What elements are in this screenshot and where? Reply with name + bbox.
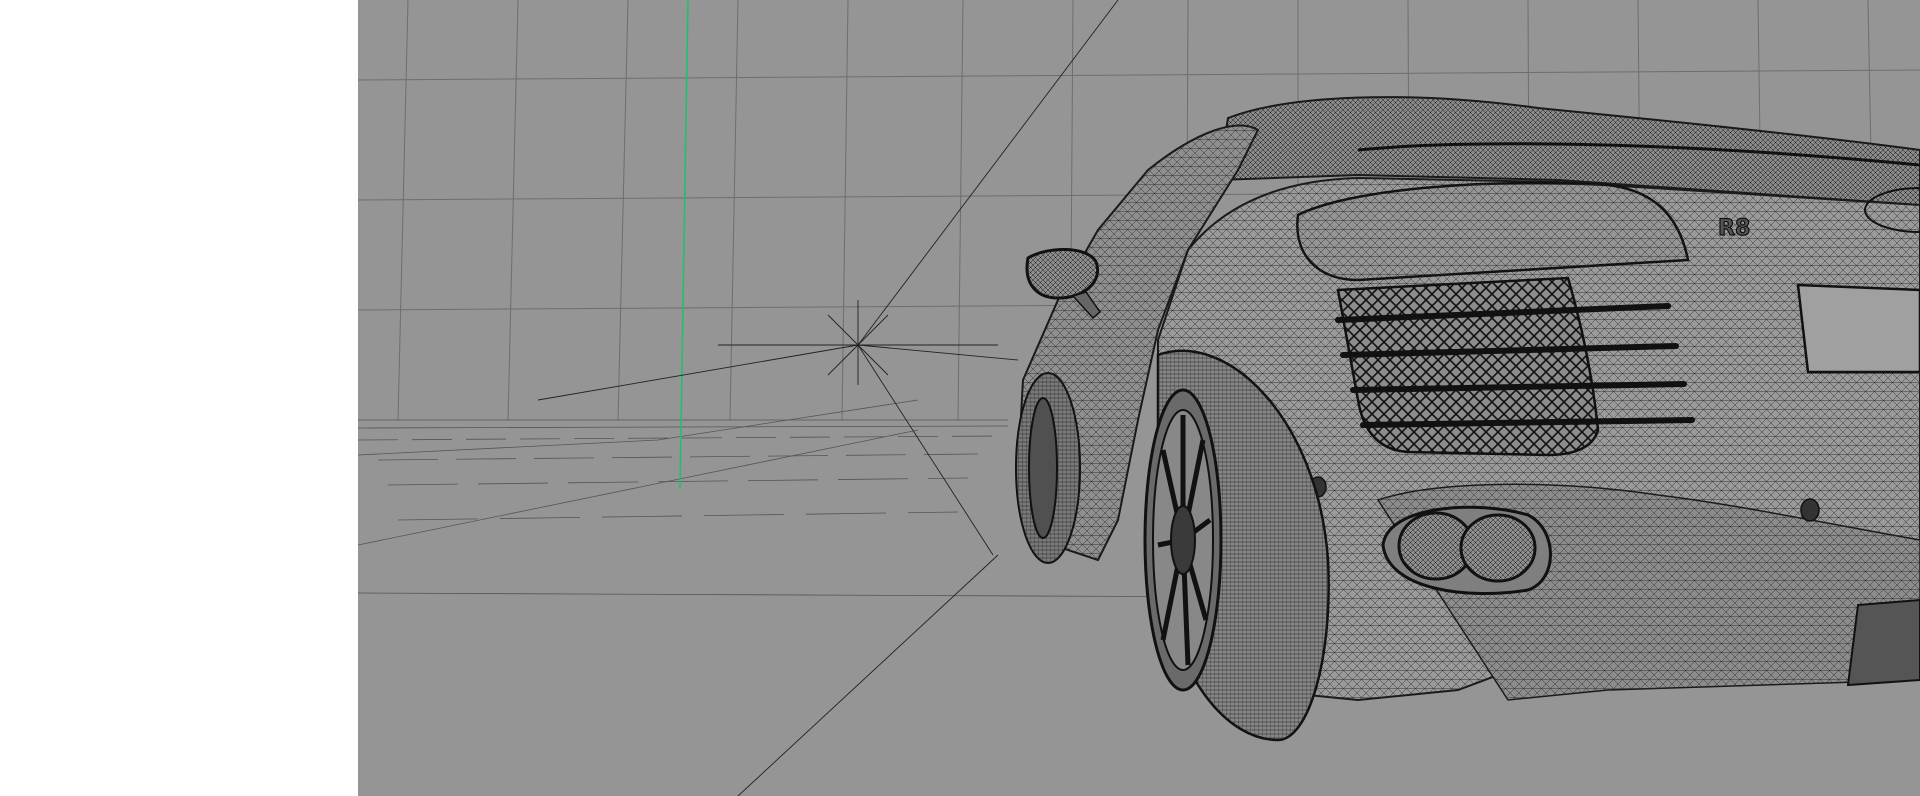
far-wheel xyxy=(1015,372,1081,564)
y-axis-line xyxy=(679,0,689,489)
car-model: R8 xyxy=(1015,96,1920,742)
model-badge: R8 xyxy=(1718,216,1750,241)
left-blank-panel xyxy=(0,0,358,796)
viewport-scene: R8 xyxy=(358,0,1920,796)
3d-viewport[interactable]: R8 xyxy=(358,0,1920,796)
